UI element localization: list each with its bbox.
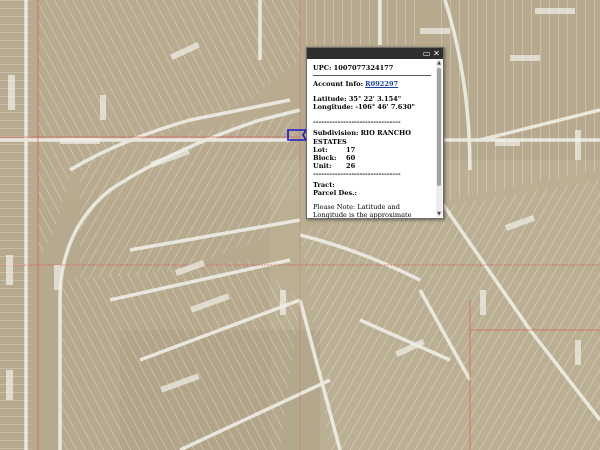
latitude-text: Latitude: 35° 22' 3.154" — [313, 95, 402, 104]
street-label — [6, 370, 13, 400]
parcel-info-popup: ▭ ✕ UPC: 1007077324177 Account Info: R09… — [306, 47, 444, 219]
upc-text: UPC: 1007077324177 — [313, 64, 394, 72]
account-info-row: Account Info: R092297 — [313, 80, 431, 88]
street-label — [54, 265, 61, 290]
dashes-divider: -------------------------------- — [313, 118, 401, 127]
location-note: Please Note: Latitude and Longitude is t… — [313, 203, 412, 218]
unit-value: 26 — [346, 161, 356, 170]
street-label — [575, 340, 581, 365]
street-label — [280, 290, 286, 315]
tract-label: Tract: — [313, 181, 335, 190]
scroll-down-icon[interactable]: ▼ — [436, 211, 442, 217]
street-label — [575, 130, 581, 160]
scrollbar-thumb[interactable] — [437, 68, 441, 186]
lot-value: 17 — [346, 145, 356, 154]
street-label — [535, 8, 575, 14]
lot-label: Lot: — [313, 145, 328, 154]
block-label: Block: — [313, 153, 337, 162]
dashes-divider: -------------------------------- — [313, 169, 401, 178]
parcel-description-label: Parcel Des.: — [313, 189, 357, 198]
street-label — [420, 28, 450, 34]
popup-content: UPC: 1007077324177 Account Info: R092297… — [307, 59, 435, 218]
street-label — [510, 55, 540, 61]
street-label — [8, 75, 15, 110]
popup-titlebar[interactable]: ▭ ✕ — [307, 48, 443, 59]
street-label — [6, 255, 13, 285]
block-value: 60 — [346, 153, 356, 162]
unit-row: Unit: 26 — [313, 162, 431, 170]
block-row: Block: 60 — [313, 154, 431, 162]
street-label — [495, 140, 520, 146]
popup-scrollbar[interactable]: ▲ ▼ — [436, 60, 442, 217]
street-label — [60, 138, 100, 144]
subdivision-row: Subdivision: RIO RANCHO ESTATES — [313, 129, 431, 145]
close-icon[interactable]: ✕ — [432, 49, 441, 58]
account-info-link[interactable]: R092297 — [365, 80, 398, 88]
street-label — [480, 290, 486, 315]
unit-label: Unit: — [313, 161, 332, 170]
scroll-up-icon[interactable]: ▲ — [436, 60, 442, 66]
window-maximize-icon[interactable]: ▭ — [422, 49, 431, 58]
subdivision-label: Subdivision: — [313, 129, 359, 138]
street-label — [100, 95, 106, 120]
lot-row: Lot: 17 — [313, 146, 431, 154]
divider — [313, 75, 431, 77]
account-info-label: Account Info: — [313, 80, 364, 89]
longitude-text: Longitude: -106° 46' 7.630" — [313, 103, 415, 112]
